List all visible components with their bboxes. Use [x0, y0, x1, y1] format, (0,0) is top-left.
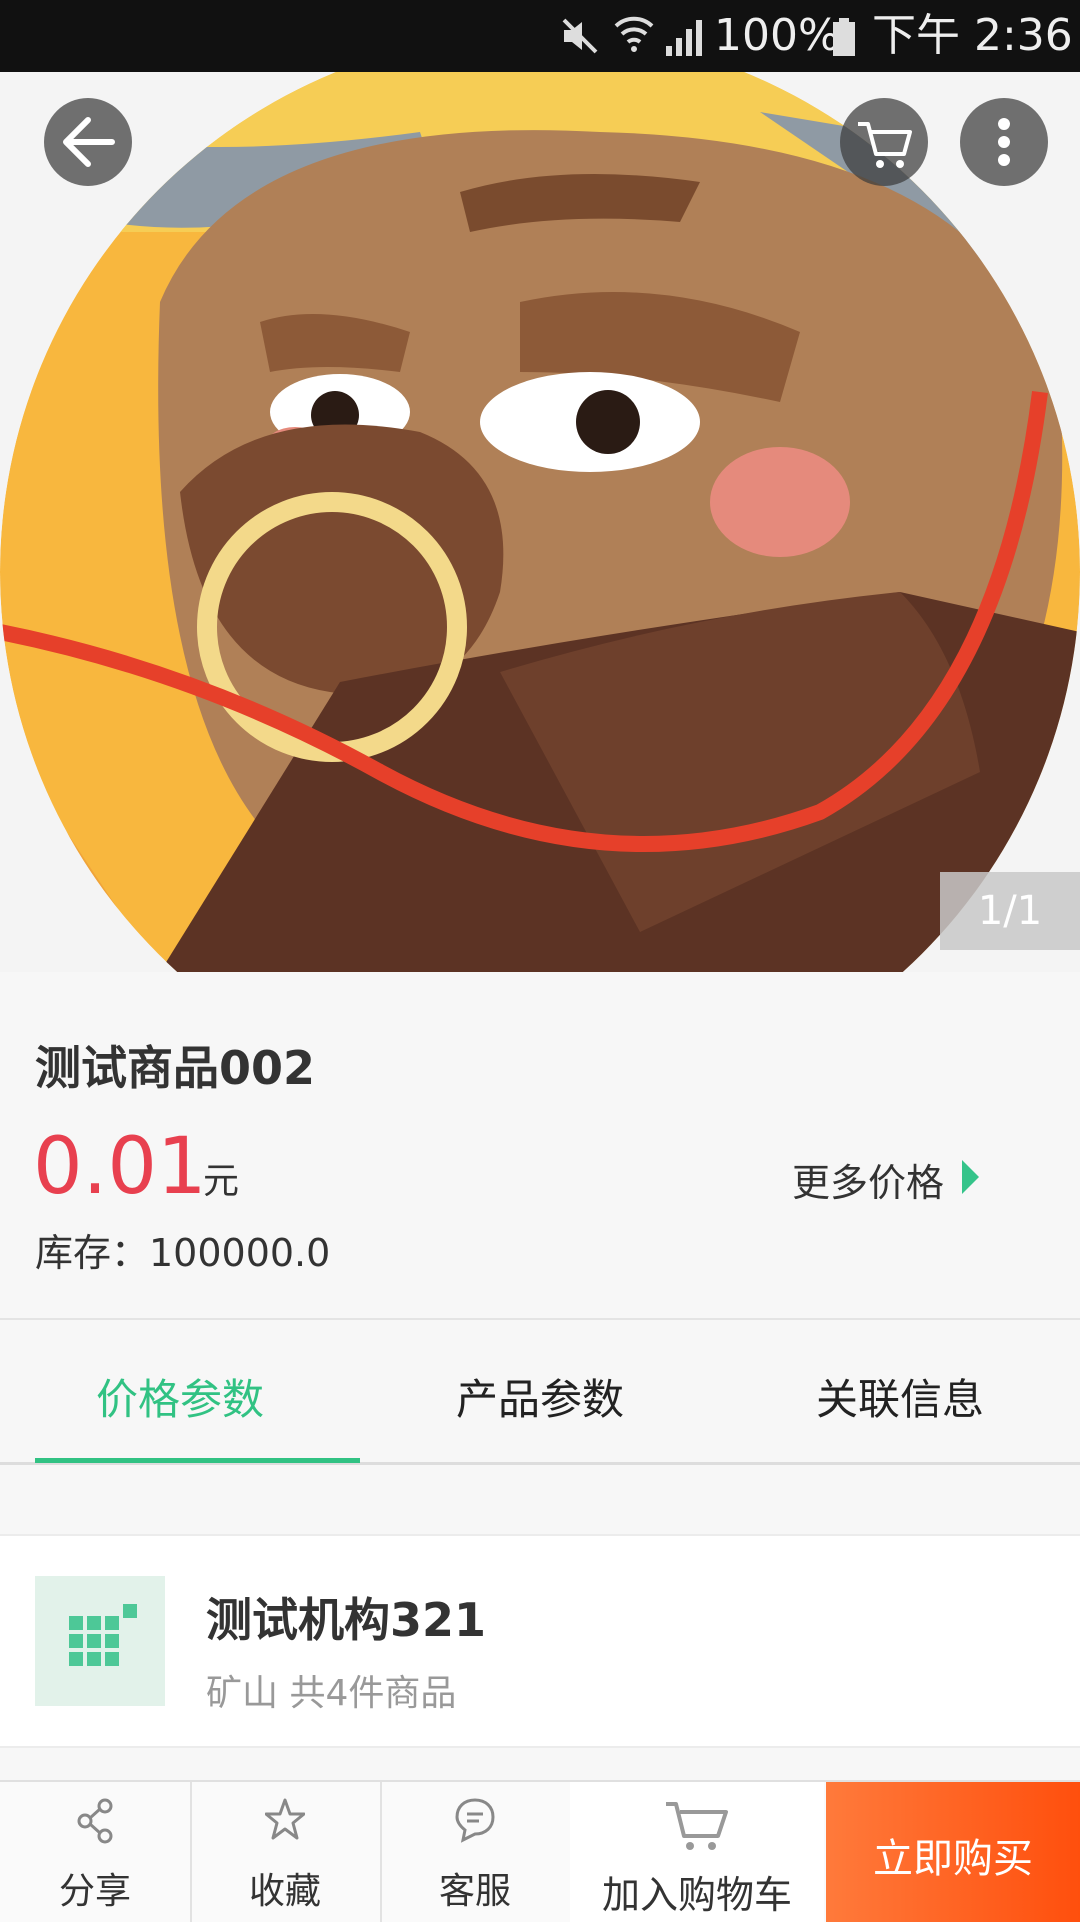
battery-icon — [833, 18, 855, 56]
favorite-label: 收藏 — [248, 1871, 321, 1912]
store-name: 测试机构321 — [206, 1593, 487, 1647]
price-unit: 元 — [203, 1161, 240, 1202]
add-to-cart-label: 加入购物车 — [601, 1873, 792, 1917]
buy-now-label: 立即购买 — [873, 1836, 1033, 1882]
more-options-button[interactable] — [960, 98, 1048, 186]
back-button[interactable] — [44, 98, 132, 186]
share-icon — [77, 1798, 113, 1844]
battery-percent: 100% — [714, 10, 840, 61]
favorite-button[interactable]: 收藏 — [190, 1782, 382, 1922]
cart-icon — [858, 122, 912, 168]
tab-product-params[interactable]: 产品参数 — [360, 1366, 720, 1427]
wifi-icon — [614, 16, 654, 52]
store-card[interactable]: 测试机构321 矿山 共4件商品 — [0, 1534, 1080, 1748]
add-to-cart-button[interactable]: 加入购物车 — [570, 1782, 824, 1922]
stock-text: 库存：100000.0 — [35, 1231, 331, 1275]
signal-icon — [666, 20, 702, 56]
active-tab-indicator — [35, 1458, 360, 1463]
buy-now-button[interactable]: 立即购买 — [826, 1782, 1080, 1922]
product-price: 0.01 — [33, 1122, 207, 1212]
store-subtitle: 矿山 共4件商品 — [206, 1673, 457, 1714]
chat-icon — [455, 1798, 495, 1843]
image-counter: 1/1 — [940, 872, 1080, 950]
product-image — [0, 72, 1080, 972]
customer-service-button[interactable]: 客服 — [380, 1782, 572, 1922]
product-image-gallery[interactable]: 1/1 — [0, 72, 1080, 972]
customer-service-label: 客服 — [438, 1871, 511, 1912]
mute-icon — [562, 18, 598, 54]
share-label: 分享 — [58, 1871, 131, 1912]
cart-button[interactable] — [840, 98, 928, 186]
tab-price-params[interactable]: 价格参数 — [0, 1366, 360, 1427]
tab-related-info[interactable]: 关联信息 — [720, 1366, 1080, 1427]
status-bar: 100% 下午 2:36 — [0, 0, 1080, 72]
chevron-right-icon[interactable] — [962, 1160, 979, 1194]
clock: 下午 2:36 — [872, 10, 1073, 61]
tab-bar: 价格参数 产品参数 关联信息 — [0, 1320, 1080, 1465]
bottom-action-bar: 分享 收藏 客服 加入购物车 立即购买 — [0, 1780, 1080, 1922]
grid-icon — [69, 1604, 137, 1666]
more-vertical-icon — [998, 118, 1010, 166]
star-icon — [265, 1798, 305, 1840]
store-logo — [35, 1576, 165, 1706]
product-title: 测试商品002 — [35, 1041, 316, 1095]
arrow-left-icon — [63, 117, 115, 167]
share-button[interactable]: 分享 — [0, 1782, 192, 1922]
product-info: 测试商品002 0.01 元 更多价格 库存：100000.0 — [0, 972, 1080, 1318]
cart-icon — [666, 1802, 728, 1850]
more-price-link[interactable]: 更多价格 — [792, 1152, 944, 1207]
